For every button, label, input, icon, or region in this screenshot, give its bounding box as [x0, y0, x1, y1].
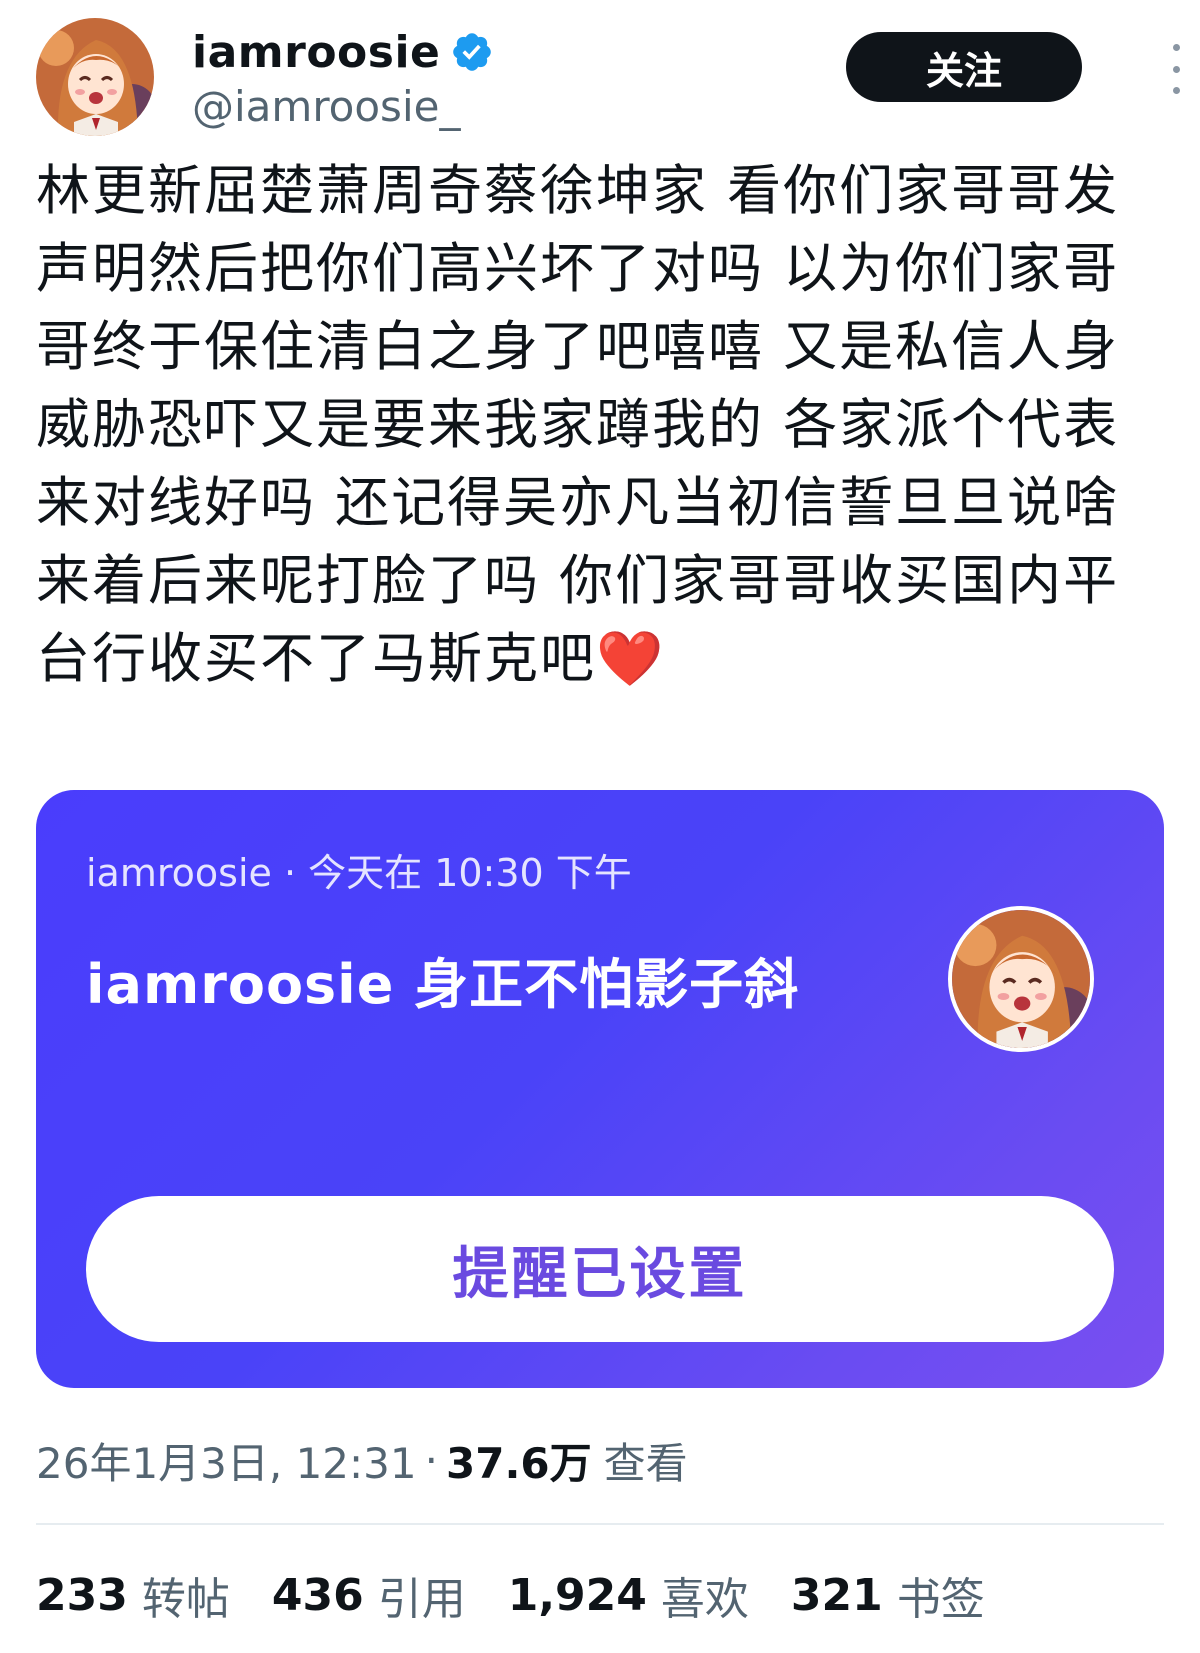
- display-name[interactable]: iamroosie: [192, 27, 440, 78]
- divider: [36, 1523, 1164, 1525]
- card-title: iamroosie 身正不怕影子斜: [86, 953, 800, 1016]
- tweet-body: 林更新屈楚萧周奇蔡徐坤家 看你们家哥哥发声明然后把你们高兴坏了对吗 以为你们家哥…: [36, 159, 1120, 690]
- author-names: iamroosie @iamroosie_: [192, 20, 494, 131]
- quotes-stat[interactable]: 436 引用: [272, 1563, 466, 1627]
- more-options-icon[interactable]: [1164, 44, 1188, 94]
- tweet-text: 林更新屈楚萧周奇蔡徐坤家 看你们家哥哥发声明然后把你们高兴坏了对吗 以为你们家哥…: [36, 152, 1146, 698]
- reposts-count: 233: [36, 1569, 128, 1621]
- more-dot: [1172, 65, 1180, 73]
- reposts-stat[interactable]: 233 转帖: [36, 1563, 230, 1627]
- likes-label: 喜欢: [660, 1574, 749, 1625]
- display-name-row: iamroosie: [192, 20, 494, 84]
- reposts-label: 转帖: [141, 1574, 230, 1625]
- engagement-stats: 233 转帖 436 引用 1,924 喜欢 321 书签: [36, 1560, 1027, 1630]
- bookmarks-label: 书签: [896, 1574, 985, 1625]
- likes-count: 1,924: [507, 1569, 647, 1621]
- verified-badge-icon[interactable]: [450, 30, 494, 74]
- more-dot: [1172, 44, 1180, 51]
- more-dot: [1172, 87, 1180, 94]
- card-meta: iamroosie · 今天在 10:30 下午: [86, 851, 632, 895]
- space-reminder-card[interactable]: iamroosie · 今天在 10:30 下午 iamroosie 身正不怕影…: [36, 790, 1164, 1388]
- meta-separator: ·: [424, 1435, 438, 1485]
- author-handle[interactable]: @iamroosie_: [192, 82, 494, 131]
- card-host-avatar: [948, 906, 1094, 1052]
- reminder-set-button[interactable]: 提醒已设置: [86, 1196, 1114, 1342]
- views-label: 查看: [603, 1438, 688, 1488]
- quotes-label: 引用: [377, 1574, 466, 1625]
- follow-button[interactable]: 关注: [846, 32, 1082, 102]
- tweet-timestamp[interactable]: 26年1月3日, 12:31: [36, 1430, 417, 1491]
- heart-emoji-icon: ❤️: [596, 627, 666, 690]
- quotes-count: 436: [271, 1569, 364, 1621]
- likes-stat[interactable]: 1,924 喜欢: [508, 1563, 749, 1627]
- views-count: 37.6万: [446, 1438, 592, 1488]
- tweet-meta-row: 26年1月3日, 12:31 · 37.6万 查看: [36, 1430, 688, 1490]
- bookmarks-stat[interactable]: 321 书签: [791, 1563, 985, 1627]
- tweet-detail-page: iamroosie @iamroosie_ 关注 林更新屈楚萧周奇蔡徐坤家 看你…: [0, 0, 1200, 1653]
- avatar[interactable]: [36, 18, 154, 136]
- bookmarks-count: 321: [790, 1569, 883, 1621]
- tweet-header: iamroosie @iamroosie_ 关注: [36, 18, 1180, 148]
